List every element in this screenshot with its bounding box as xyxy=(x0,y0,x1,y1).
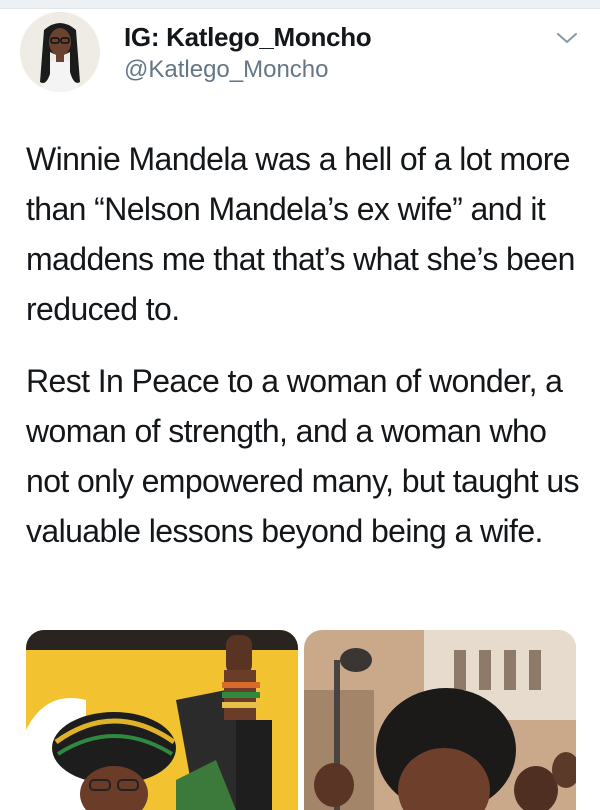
profile-photo-icon xyxy=(20,12,100,92)
photo-raised-fist-image xyxy=(26,630,298,810)
media-gallery xyxy=(26,630,576,810)
photo-raised-fist[interactable] xyxy=(26,630,298,810)
photo-crowd[interactable] xyxy=(304,630,576,810)
top-divider xyxy=(0,0,600,9)
display-name[interactable]: IG: Katlego_Moncho xyxy=(124,22,372,53)
user-handle[interactable]: @Katlego_Moncho xyxy=(124,56,329,84)
tweet-paragraph: Rest In Peace to a woman of wonder, a wo… xyxy=(26,363,580,549)
chevron-down-icon[interactable] xyxy=(552,28,582,48)
tweet-paragraph: Winnie Mandela was a hell of a lot more … xyxy=(26,141,575,327)
photo-crowd-image xyxy=(304,630,576,810)
tweet-text: Winnie Mandela was a hell of a lot more … xyxy=(26,134,586,556)
avatar[interactable] xyxy=(20,12,100,92)
